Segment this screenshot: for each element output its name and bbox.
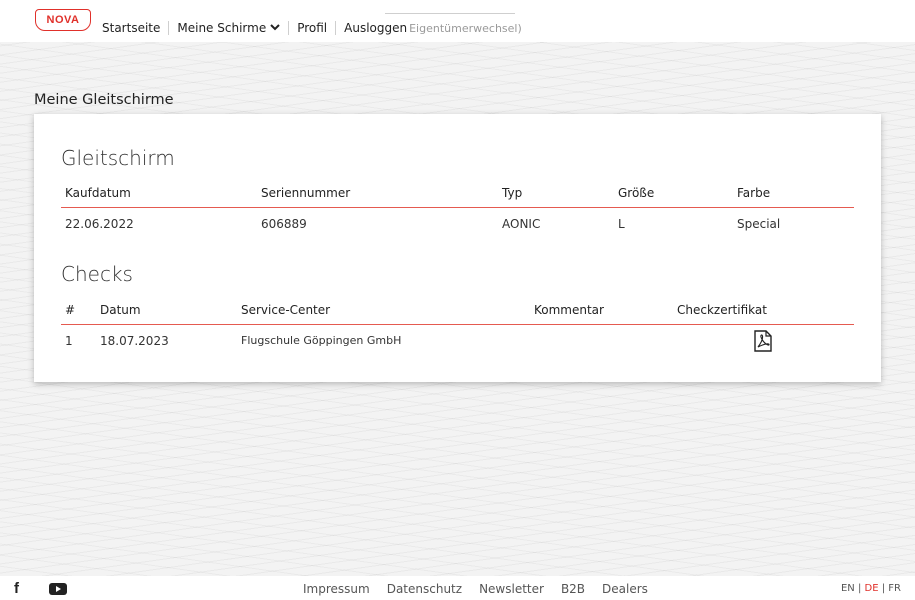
col-typ: Typ (502, 186, 523, 200)
glider-header-rule (61, 207, 854, 208)
col-checkzertifikat: Checkzertifikat (677, 303, 767, 317)
col-groesse: Größe (618, 186, 655, 200)
checks-section-title: Checks (61, 262, 133, 286)
col-farbe: Farbe (737, 186, 771, 200)
nav-meine-schirme-label: Meine Schirme (177, 21, 267, 35)
col-seriennummer: Seriennummer (261, 186, 351, 200)
nova-logo[interactable]: NOVA (35, 9, 91, 31)
nav-separator (288, 21, 290, 35)
main-nav: Startseite Meine Schirme Profil Auslogge… (102, 20, 522, 36)
footer: f Impressum Datenschutz Newsletter B2B D… (0, 576, 915, 600)
cell-seriennummer: 606889 (261, 217, 307, 231)
logo-text: NOVA (46, 14, 80, 26)
checks-header-rule (61, 324, 854, 325)
nav-profil[interactable]: Profil (297, 21, 327, 35)
lang-fr[interactable]: FR (888, 583, 901, 594)
page-title: Meine Gleitschirme (34, 92, 174, 108)
pdf-icon[interactable] (753, 330, 773, 352)
nav-separator (335, 21, 337, 35)
check-row-number: 1 (65, 334, 73, 348)
col-number: # (65, 303, 76, 317)
glider-section-title: Gleitschirm (61, 146, 175, 170)
lang-de[interactable]: DE (865, 583, 879, 594)
footer-link-b2b[interactable]: B2B (561, 582, 585, 596)
col-service-center: Service-Center (241, 303, 331, 317)
chevron-down-icon (270, 23, 280, 34)
footer-link-dealers[interactable]: Dealers (602, 582, 648, 596)
cell-farbe: Special (737, 217, 781, 231)
cell-groesse: L (618, 217, 625, 231)
glider-card: Gleitschirm Kaufdatum Seriennummer Typ G… (34, 114, 881, 382)
top-bar: NOVA Startseite Meine Schirme Profil Aus… (0, 0, 915, 42)
nav-ausloggen[interactable]: Ausloggen (344, 21, 407, 35)
language-switcher: EN | DE | FR (840, 583, 901, 594)
nav-separator (168, 21, 170, 35)
youtube-icon[interactable] (49, 583, 67, 595)
lang-en[interactable]: EN (841, 583, 855, 594)
footer-link-impressum[interactable]: Impressum (303, 582, 370, 596)
footer-link-newsletter[interactable]: Newsletter (479, 582, 544, 596)
facebook-icon[interactable]: f (14, 580, 19, 597)
col-kaufdatum: Kaufdatum (65, 186, 131, 200)
nav-startseite[interactable]: Startseite (102, 21, 160, 35)
cell-kaufdatum: 22.06.2022 (65, 217, 134, 231)
nav-meine-schirme[interactable]: Meine Schirme (177, 21, 280, 35)
check-row-date: 18.07.2023 (100, 334, 169, 348)
footer-link-datenschutz[interactable]: Datenschutz (387, 582, 462, 596)
cell-typ: AONIC (502, 217, 541, 231)
owner-change-text: Eigentümerwechsel) (409, 21, 522, 35)
col-datum: Datum (100, 303, 141, 317)
check-row-service-center: Flugschule Göppingen GmbH (241, 334, 402, 347)
col-kommentar: Kommentar (534, 303, 604, 317)
header-divider (385, 13, 515, 14)
footer-links: Impressum Datenschutz Newsletter B2B Dea… (303, 582, 665, 596)
